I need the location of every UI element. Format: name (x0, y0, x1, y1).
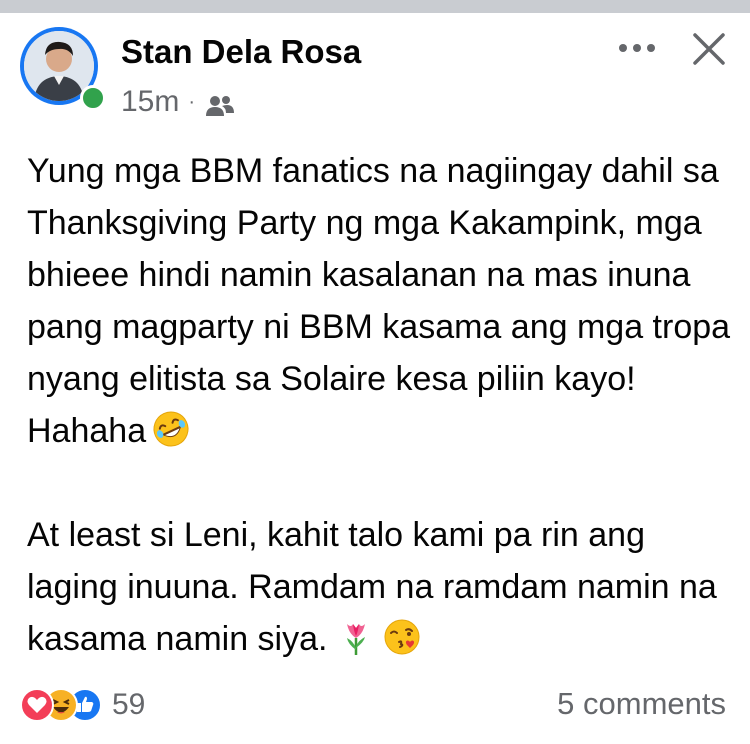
author-name[interactable]: Stan Dela Rosa (121, 33, 361, 71)
post-paragraph-2: At least si Leni, kahit talo kami pa rin… (27, 509, 732, 665)
post-meta: 15m · (121, 85, 235, 119)
top-separator-bar (0, 0, 750, 13)
more-dots-icon (619, 44, 655, 52)
comments-count-link[interactable]: 5 comments (557, 686, 726, 722)
post-timestamp[interactable]: 15m (121, 85, 179, 119)
tulip-emoji (337, 618, 375, 656)
post-body: Yung mga BBM fanatics na nagiingay dahil… (27, 145, 732, 665)
close-button[interactable] (684, 24, 734, 74)
reactions-bar: 59 (20, 685, 145, 725)
author-avatar[interactable] (20, 27, 106, 111)
online-status-dot (80, 85, 106, 111)
paragraph-1-text: Yung mga BBM fanatics na nagiingay dahil… (27, 152, 731, 450)
rolling-on-floor-laughing-emoji (152, 410, 190, 448)
reaction-icons[interactable] (20, 688, 102, 722)
post-paragraph-1: Yung mga BBM fanatics na nagiingay dahil… (27, 145, 732, 457)
reaction-count[interactable]: 59 (112, 688, 145, 722)
more-options-button[interactable] (612, 28, 662, 68)
love-reaction-icon (20, 688, 54, 722)
meta-separator: · (188, 90, 196, 113)
face-blowing-kiss-emoji (383, 618, 421, 656)
friends-icon[interactable] (205, 91, 235, 116)
close-icon (693, 33, 725, 65)
